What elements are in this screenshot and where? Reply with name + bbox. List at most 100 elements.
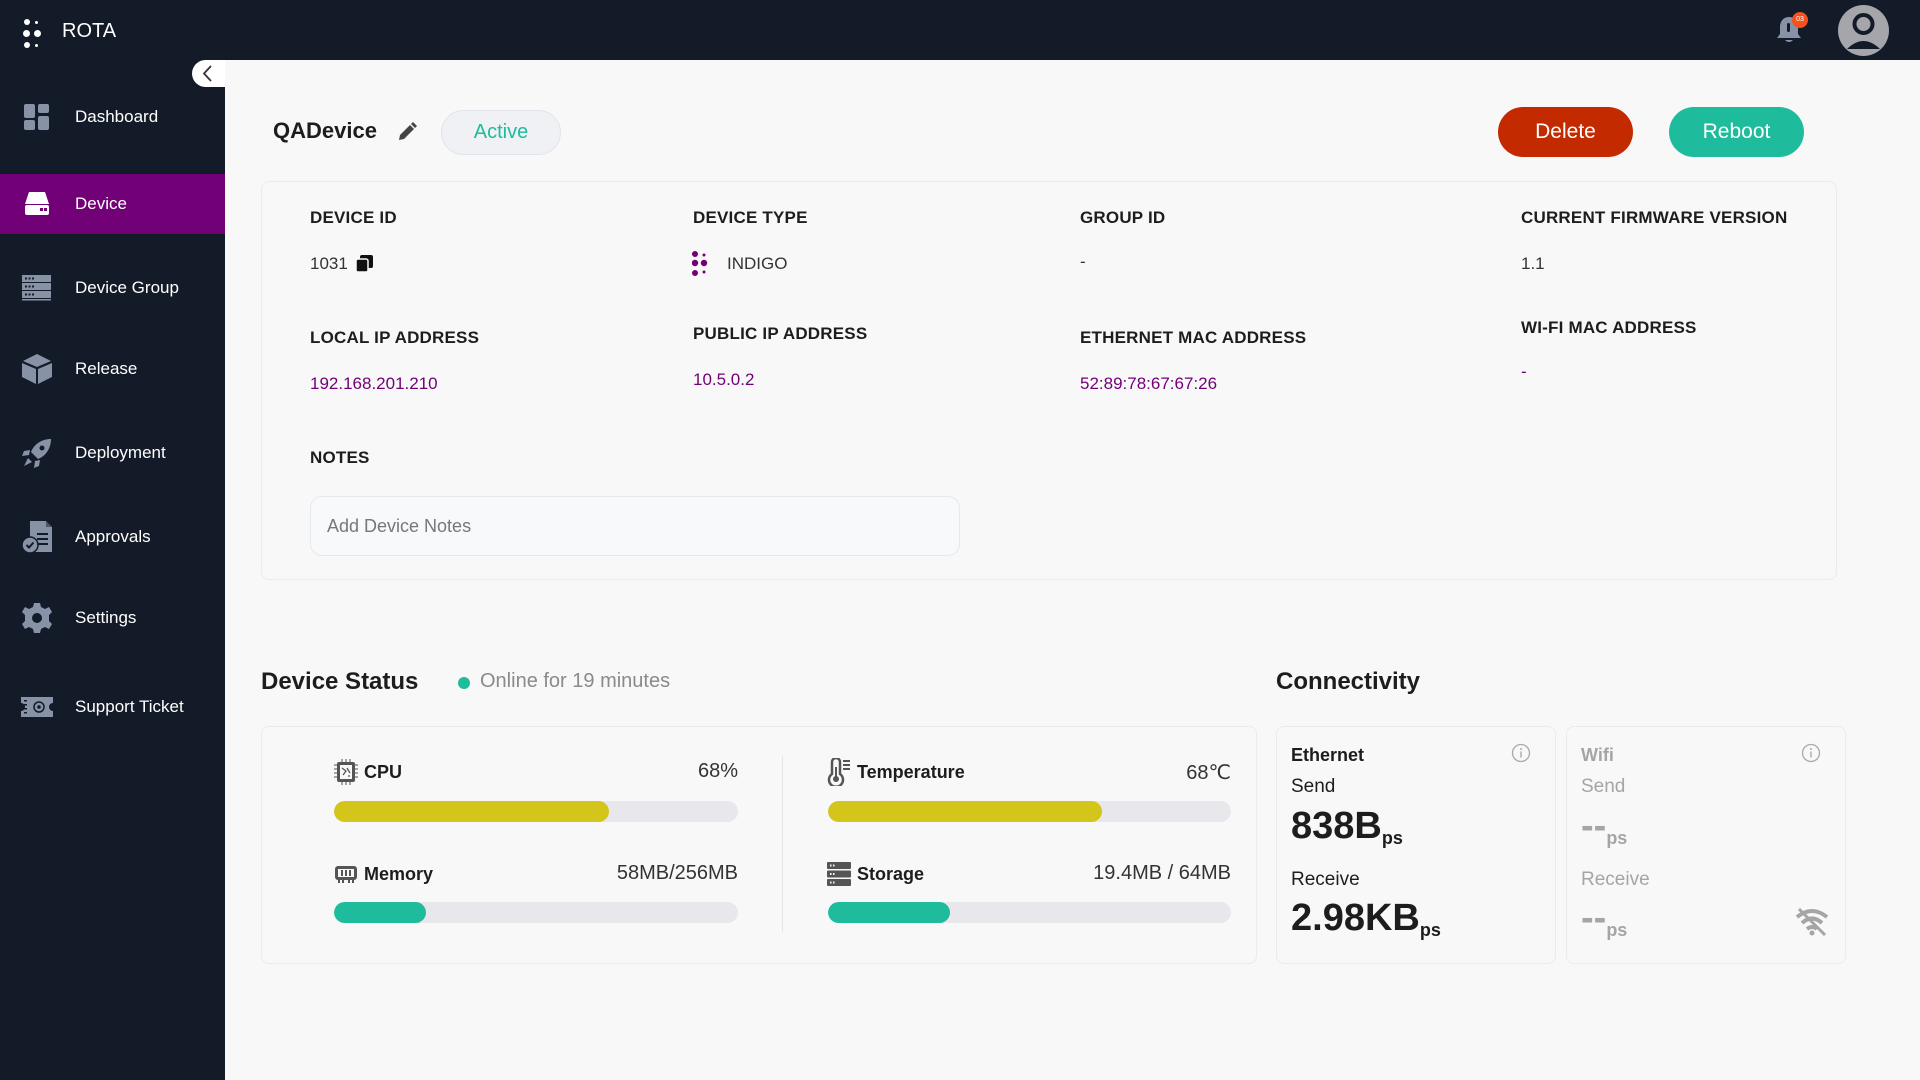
- memory-ram-icon: [334, 861, 358, 887]
- device-type-value: INDIGO: [727, 254, 788, 273]
- firmware-version-value: 1.1: [1521, 254, 1545, 273]
- wifi-card: Wifi Send --ps Receive --ps: [1566, 726, 1846, 964]
- ethernet-mac-value[interactable]: 52:89:78:67:67:26: [1080, 374, 1217, 394]
- device-name: QADevice: [273, 118, 377, 143]
- local-ip-value[interactable]: 192.168.201.210: [310, 374, 438, 394]
- wifi-mac-label: WI-FI MAC ADDRESS: [1521, 318, 1697, 337]
- copy-icon[interactable]: [355, 255, 373, 273]
- cpu-value: 68%: [697, 760, 738, 782]
- box-icon: [21, 353, 53, 385]
- temperature-value: 68℃: [1186, 762, 1231, 784]
- storage-label: Storage: [827, 861, 924, 887]
- sidebar-collapse-button[interactable]: [192, 60, 226, 87]
- online-indicator-dot: [458, 677, 470, 689]
- thermometer-icon: [827, 758, 851, 786]
- sidebar-item-device[interactable]: Device: [0, 174, 225, 234]
- ethernet-receive-value: 2.98KBps: [1291, 897, 1441, 940]
- device-type-icon: [691, 251, 710, 277]
- rota-logo-icon: [22, 19, 42, 49]
- ethernet-mac-label: ETHERNET MAC ADDRESS: [1080, 328, 1307, 347]
- chevron-left-icon: [202, 65, 212, 82]
- temperature-label: Temperature: [827, 758, 965, 786]
- memory-label-text: Memory: [364, 863, 434, 884]
- wifi-title: Wifi: [1581, 745, 1614, 765]
- document-check-icon: [21, 521, 53, 553]
- group-id-value: -: [1080, 252, 1086, 271]
- local-ip-label: LOCAL IP ADDRESS: [310, 328, 480, 347]
- storage-label-text: Storage: [857, 863, 925, 884]
- device-type-label: DEVICE TYPE: [693, 208, 808, 227]
- wifi-mac-value: -: [1521, 362, 1527, 381]
- memory-label: Memory: [334, 861, 433, 887]
- temperature-label-text: Temperature: [857, 761, 965, 782]
- temperature-progress-bar: [828, 801, 1231, 822]
- reboot-button[interactable]: Reboot: [1669, 107, 1804, 157]
- dashboard-icon: [21, 101, 53, 133]
- memory-progress-bar: [334, 902, 738, 923]
- public-ip-value[interactable]: 10.5.0.2: [693, 370, 754, 390]
- cpu-label-text: CPU: [364, 761, 403, 782]
- sidebar-item-label: Dashboard: [75, 107, 159, 126]
- status-badge: Active: [441, 110, 561, 155]
- connectivity-title: Connectivity: [1276, 668, 1421, 695]
- wifi-send-value: --ps: [1581, 805, 1628, 848]
- ethernet-card: Ethernet Send 838Bps Receive 2.98KBps: [1276, 726, 1556, 964]
- wifi-receive-value: --ps: [1581, 897, 1628, 940]
- cpu-progress-bar: [334, 801, 738, 822]
- metrics-divider: [782, 756, 783, 932]
- device-notes-input[interactable]: [310, 496, 960, 556]
- ethernet-title: Ethernet: [1291, 745, 1365, 765]
- online-duration: Online for 19 minutes: [480, 670, 671, 692]
- temperature-progress-fill: [828, 801, 1103, 822]
- memory-value: 58MB/256MB: [616, 862, 738, 884]
- memory-progress-fill: [334, 902, 426, 923]
- cpu-chip-icon: [334, 759, 358, 785]
- storage-value: 19.4MB / 64MB: [1093, 862, 1231, 884]
- sidebar-item-label: Deployment: [75, 443, 166, 462]
- sidebar-item-label: Settings: [75, 608, 137, 627]
- storage-server-icon: [827, 861, 851, 887]
- public-ip-label: PUBLIC IP ADDRESS: [693, 324, 868, 343]
- app-brand: ROTA: [62, 20, 117, 42]
- rocket-icon: [21, 437, 53, 469]
- gear-icon: [21, 602, 53, 634]
- device-group-icon: [21, 272, 53, 304]
- device-id-label: DEVICE ID: [310, 208, 397, 227]
- notes-label: NOTES: [310, 448, 370, 467]
- wifi-off-icon: [1795, 907, 1829, 937]
- notification-badge: 03: [1792, 12, 1808, 28]
- edit-pencil-icon[interactable]: [397, 122, 417, 142]
- wifi-send-label: Send: [1581, 776, 1626, 797]
- sidebar-item-support-ticket[interactable]: Support Ticket: [0, 677, 225, 737]
- sidebar-item-release[interactable]: Release: [0, 339, 225, 399]
- info-icon[interactable]: [1801, 743, 1821, 763]
- device-status-title: Device Status: [261, 668, 419, 695]
- ticket-icon: [21, 691, 53, 723]
- sidebar-item-settings[interactable]: Settings: [0, 588, 225, 648]
- ethernet-send-label: Send: [1291, 776, 1336, 797]
- cpu-progress-fill: [334, 801, 609, 822]
- info-icon[interactable]: [1511, 743, 1531, 763]
- sidebar-item-dashboard[interactable]: Dashboard: [0, 87, 225, 147]
- sidebar-item-approvals[interactable]: Approvals: [0, 507, 225, 567]
- storage-progress-fill: [828, 902, 951, 923]
- delete-button[interactable]: Delete: [1498, 107, 1633, 157]
- user-avatar[interactable]: [1838, 5, 1889, 56]
- sidebar: Dashboard Device Device Group Release De…: [0, 60, 225, 1080]
- firmware-version-label: CURRENT FIRMWARE VERSION: [1521, 208, 1788, 227]
- wifi-receive-label: Receive: [1581, 869, 1650, 890]
- sidebar-item-device-group[interactable]: Device Group: [0, 258, 225, 318]
- storage-progress-bar: [828, 902, 1231, 923]
- sidebar-item-deployment[interactable]: Deployment: [0, 423, 225, 483]
- sidebar-item-label: Approvals: [75, 527, 151, 546]
- sidebar-item-label: Support Ticket: [75, 697, 184, 716]
- device-id-value: 1031: [310, 254, 348, 273]
- cpu-label: CPU: [334, 759, 402, 785]
- ethernet-send-value: 838Bps: [1291, 805, 1403, 848]
- sidebar-item-label: Device Group: [75, 278, 179, 297]
- sidebar-item-label: Device: [75, 194, 127, 213]
- device-icon: [21, 188, 53, 220]
- group-id-label: GROUP ID: [1080, 208, 1166, 227]
- sidebar-item-label: Release: [75, 359, 138, 378]
- ethernet-receive-label: Receive: [1291, 869, 1360, 890]
